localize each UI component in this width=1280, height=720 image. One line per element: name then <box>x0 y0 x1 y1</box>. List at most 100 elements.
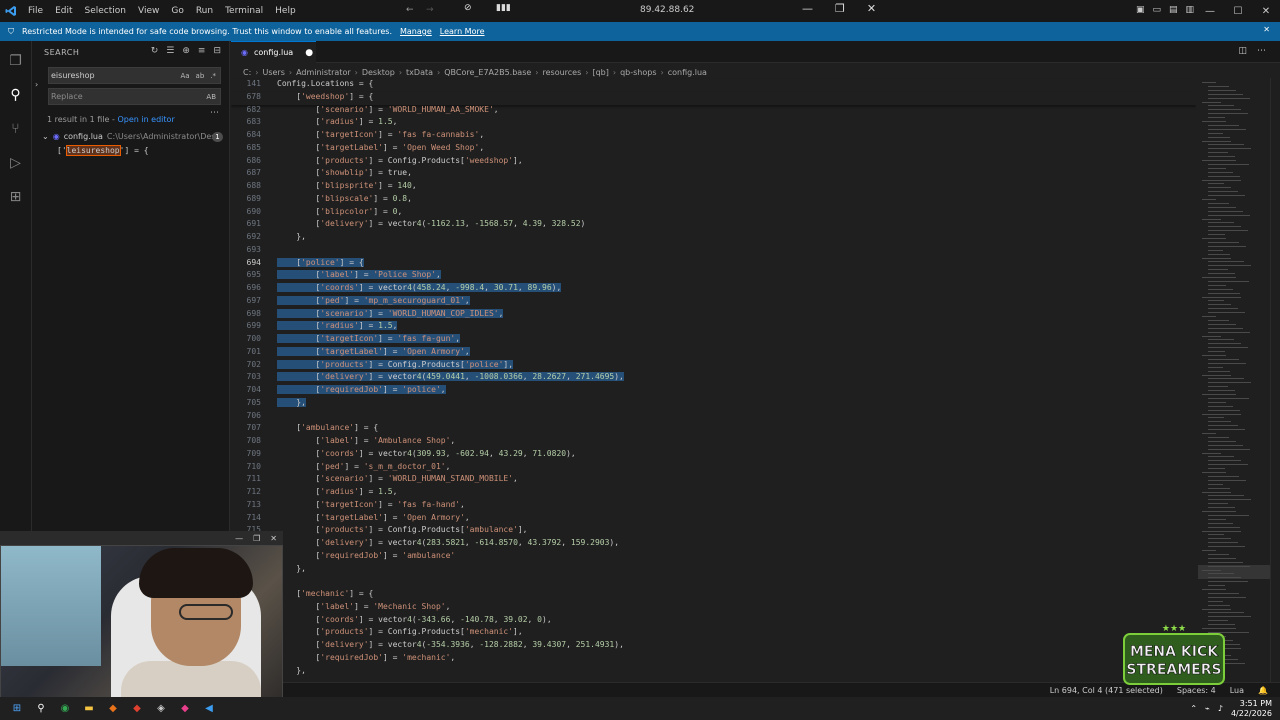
minimize-icon[interactable]: — <box>1196 6 1224 17</box>
code-editor[interactable]: 141 Config.Locations = {678 ['weedshop'] … <box>231 78 1196 682</box>
code-line[interactable]: 708 ['label'] = 'Ambulance Shop', <box>231 436 1196 449</box>
more-actions-icon[interactable]: ⋯ <box>1257 46 1266 56</box>
new-search-editor-icon[interactable]: ⊕ <box>182 46 190 56</box>
breadcrumb-item[interactable]: Administrator <box>296 68 351 77</box>
code-line[interactable]: 692 }, <box>231 232 1196 245</box>
learn-more-link[interactable]: Learn More <box>440 27 485 36</box>
code-line[interactable]: 688 ['blipsprite'] = 140, <box>231 181 1196 194</box>
banner-close-icon[interactable]: ✕ <box>1263 25 1270 34</box>
minimap[interactable] <box>1198 78 1270 682</box>
code-line[interactable]: 685 ['targetLabel'] = 'Open Weed Shop', <box>231 143 1196 156</box>
more-options-icon[interactable]: ⋯ <box>210 108 219 118</box>
code-line[interactable]: 682 ['scenario'] = 'WORLD_HUMAN_AA_SMOKE… <box>231 105 1196 118</box>
code-line[interactable]: 711 ['scenario'] = 'WORLD_HUMAN_STAND_MO… <box>231 474 1196 487</box>
network-icon[interactable]: ⌁ <box>1205 704 1210 713</box>
code-line[interactable]: 720 ['mechanic'] = { <box>231 589 1196 602</box>
code-line[interactable]: 684 ['targetIcon'] = 'fas fa-cannabis', <box>231 130 1196 143</box>
replace-input[interactable]: Replace AB <box>48 88 221 105</box>
app-icon-orange[interactable]: ◆ <box>106 702 120 716</box>
code-line[interactable]: 725 ['requiredJob'] = 'mechanic', <box>231 653 1196 666</box>
breadcrumb-item[interactable]: Desktop <box>362 68 395 77</box>
layout-panel-icon[interactable]: ▭ <box>1152 5 1161 15</box>
webcam-close-icon[interactable]: ✕ <box>270 534 277 543</box>
match-case-icon[interactable]: Aa <box>180 72 189 80</box>
menu-item-edit[interactable]: Edit <box>49 0 78 22</box>
menu-item-terminal[interactable]: Terminal <box>219 0 269 22</box>
unsaved-dot-icon[interactable]: ● <box>305 48 313 58</box>
close-icon[interactable]: ✕ <box>1252 6 1280 17</box>
code-line[interactable]: 141 Config.Locations = { <box>231 79 1196 92</box>
breadcrumb-item[interactable]: [qb] <box>592 68 608 77</box>
code-line[interactable]: 693 <box>231 245 1196 258</box>
menu-item-run[interactable]: Run <box>190 0 219 22</box>
code-line[interactable]: 695 ['label'] = 'Police Shop', <box>231 270 1196 283</box>
layout-sidebar-icon[interactable]: ▣ <box>1136 5 1145 15</box>
code-line[interactable]: 718 }, <box>231 564 1196 577</box>
app-icon-pink[interactable]: ◆ <box>178 702 192 716</box>
code-line[interactable]: 697 ['ped'] = 'mp_m_securoguard_01', <box>231 295 1196 309</box>
file-explorer-icon[interactable]: ▬ <box>82 702 96 716</box>
taskbar-search-icon[interactable]: ⚲ <box>34 702 48 716</box>
windows-start-icon[interactable]: ⊞ <box>10 702 24 716</box>
menu-item-help[interactable]: Help <box>269 0 302 22</box>
webcam-minimize-icon[interactable]: — <box>235 534 243 543</box>
language-mode[interactable]: Lua <box>1230 686 1244 695</box>
code-line[interactable]: 715 ['products'] = Config.Products['ambu… <box>231 525 1196 538</box>
code-line[interactable]: 719 <box>231 576 1196 589</box>
menu-item-file[interactable]: File <box>22 0 49 22</box>
menu-item-go[interactable]: Go <box>165 0 189 22</box>
breadcrumb-item[interactable]: resources <box>543 68 582 77</box>
code-line[interactable]: 721 ['label'] = 'Mechanic Shop', <box>231 602 1196 615</box>
breadcrumb-item[interactable]: config.lua <box>668 68 707 77</box>
refresh-icon[interactable]: ↻ <box>151 46 159 56</box>
menu-item-selection[interactable]: Selection <box>79 0 132 22</box>
back-icon[interactable]: ← <box>406 5 414 15</box>
code-line[interactable]: 702 ['products'] = Config.Products['poli… <box>231 359 1196 373</box>
breadcrumb-item[interactable]: C: <box>243 68 251 77</box>
code-line[interactable]: 726 }, <box>231 666 1196 679</box>
clear-results-icon[interactable]: ☰ <box>166 46 174 56</box>
run-debug-icon[interactable]: ▷ <box>6 153 26 173</box>
source-control-icon[interactable]: ⑂ <box>6 119 26 139</box>
code-line[interactable]: 701 ['targetLabel'] = 'Open Armory', <box>231 346 1196 360</box>
code-line[interactable]: 716 ['delivery'] = vector4(283.5821, -61… <box>231 538 1196 551</box>
code-line[interactable]: 698 ['scenario'] = 'WORLD_HUMAN_COP_IDLE… <box>231 308 1196 322</box>
vscode-taskbar-icon[interactable]: ◀ <box>202 702 216 716</box>
code-line[interactable]: 705 }, <box>231 397 1196 411</box>
breadcrumb-item[interactable]: qb-shops <box>620 68 656 77</box>
disconnect-icon[interactable]: ⊘ <box>464 3 472 13</box>
code-line[interactable]: 706 <box>231 411 1196 424</box>
code-line[interactable]: 699 ['radius'] = 1.5, <box>231 321 1196 334</box>
code-line[interactable]: 722 ['coords'] = vector4(-343.66, -140.7… <box>231 615 1196 628</box>
chrome-icon[interactable]: ◉ <box>58 702 72 716</box>
webcam-restore-icon[interactable]: ❐ <box>253 534 260 543</box>
extensions-icon[interactable]: ⊞ <box>6 187 26 207</box>
code-line[interactable]: 709 ['coords'] = vector4(309.93, -602.94… <box>231 449 1196 462</box>
breadcrumb-item[interactable]: txData <box>406 68 433 77</box>
app-icon-gray[interactable]: ◈ <box>154 702 168 716</box>
app-icon-red[interactable]: ◆ <box>130 702 144 716</box>
code-line[interactable]: 683 ['radius'] = 1.5, <box>231 117 1196 130</box>
layout-panel-bottom-icon[interactable]: ▤ <box>1169 5 1178 15</box>
chevron-up-icon[interactable]: ⌃ <box>1190 704 1197 713</box>
code-line[interactable]: 717 ['requiredJob'] = 'ambulance' <box>231 551 1196 564</box>
split-editor-icon[interactable]: ◫ <box>1238 46 1247 56</box>
forward-icon[interactable]: → <box>426 5 434 15</box>
code-line[interactable]: 690 ['blipcolor'] = 0, <box>231 207 1196 220</box>
collapse-all-icon[interactable]: ⊟ <box>213 46 221 56</box>
code-line[interactable]: 713 ['targetIcon'] = 'fas fa-hand', <box>231 500 1196 513</box>
code-line[interactable]: 710 ['ped'] = 's_m_m_doctor_01', <box>231 462 1196 475</box>
tab-config-lua[interactable]: ◉ config.lua ● <box>231 41 316 63</box>
code-line[interactable]: 714 ['targetLabel'] = 'Open Armory', <box>231 513 1196 526</box>
notifications-icon[interactable]: 🔔 <box>1258 686 1268 695</box>
code-line[interactable]: 689 ['blipscale'] = 0.8, <box>231 194 1196 207</box>
code-line[interactable]: 691 ['delivery'] = vector4(-1162.13, -15… <box>231 219 1196 232</box>
code-line[interactable]: 712 ['radius'] = 1.5, <box>231 487 1196 500</box>
code-line[interactable]: 696 ['coords'] = vector4(458.24, -998.4,… <box>231 283 1196 296</box>
layout-custom-icon[interactable]: ▥ <box>1185 5 1194 15</box>
code-line[interactable]: 707 ['ambulance'] = { <box>231 423 1196 436</box>
remote-close-icon[interactable]: ✕ <box>867 2 876 15</box>
code-line[interactable]: 687 ['showblip'] = true, <box>231 168 1196 181</box>
breadcrumb-item[interactable]: Users <box>262 68 284 77</box>
remote-restore-icon[interactable]: ❐ <box>835 2 845 15</box>
